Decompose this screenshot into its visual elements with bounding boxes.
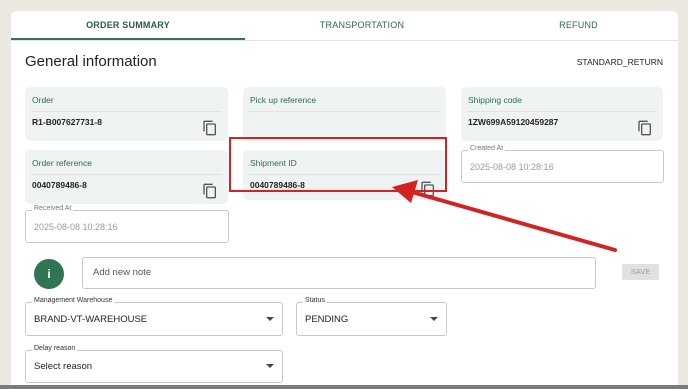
delay-reason-select[interactable]: Delay reason Select reason <box>25 345 283 383</box>
order-detail-panel: ORDER SUMMARY TRANSPORTATION REFUND Gene… <box>11 11 678 389</box>
pickup-reference-field: Pick up reference <box>243 87 446 141</box>
management-warehouse-select[interactable]: Management Warehouse BRAND-VT-WAREHOUSE <box>25 297 283 336</box>
management-warehouse-label: Management Warehouse <box>32 297 115 304</box>
received-at-field[interactable]: Received At 2025-08-08 10:28:16 <box>25 205 229 243</box>
copy-icon[interactable] <box>202 120 218 136</box>
received-at-value: 2025-08-08 10:28:16 <box>34 222 118 232</box>
order-label: Order <box>32 95 54 105</box>
status-select[interactable]: Status PENDING <box>296 297 447 336</box>
order-reference-field: Order reference 0040789486-8 <box>25 150 228 204</box>
delay-reason-value: Select reason <box>34 361 93 372</box>
tab-refund[interactable]: REFUND <box>479 11 678 39</box>
note-field[interactable] <box>82 257 596 289</box>
bottom-scrollbar <box>0 385 688 389</box>
section-title: General information <box>25 53 157 70</box>
tab-bar: ORDER SUMMARY TRANSPORTATION REFUND <box>11 11 678 41</box>
created-at-label: Created At <box>468 145 506 152</box>
shipping-code-value: 1ZW699A59120459287 <box>468 117 559 127</box>
annotation-highlight-box <box>229 137 447 192</box>
chevron-down-icon[interactable] <box>430 317 438 321</box>
received-at-label: Received At <box>32 205 74 212</box>
copy-icon[interactable] <box>202 183 218 199</box>
order-reference-label: Order reference <box>32 158 92 168</box>
created-at-field[interactable]: Created At 2025-08-08 10:28:16 <box>461 145 664 183</box>
shipping-code-field: Shipping code 1ZW699A59120459287 <box>461 87 663 141</box>
management-warehouse-value: BRAND-VT-WAREHOUSE <box>34 314 148 325</box>
chevron-down-icon[interactable] <box>266 317 274 321</box>
pickup-reference-label: Pick up reference <box>250 95 317 105</box>
tab-divider <box>11 40 678 41</box>
shipping-code-label: Shipping code <box>468 95 522 105</box>
order-value: R1-B007627731-8 <box>32 117 102 127</box>
note-input[interactable] <box>91 266 585 279</box>
status-value: PENDING <box>305 314 349 325</box>
chevron-down-icon[interactable] <box>266 364 274 368</box>
copy-icon[interactable] <box>637 120 653 136</box>
created-at-value: 2025-08-08 10:28:16 <box>470 162 554 172</box>
save-button[interactable]: SAVE <box>622 264 659 280</box>
tab-order-summary[interactable]: ORDER SUMMARY <box>11 11 245 39</box>
order-reference-value: 0040789486-8 <box>32 180 87 190</box>
status-label: Status <box>303 297 327 304</box>
tab-transportation[interactable]: TRANSPORTATION <box>245 11 479 39</box>
order-field: Order R1-B007627731-8 <box>25 87 228 141</box>
avatar: i <box>34 259 64 289</box>
delay-reason-label: Delay reason <box>32 345 78 352</box>
return-type-label: STANDARD_RETURN <box>576 57 663 67</box>
